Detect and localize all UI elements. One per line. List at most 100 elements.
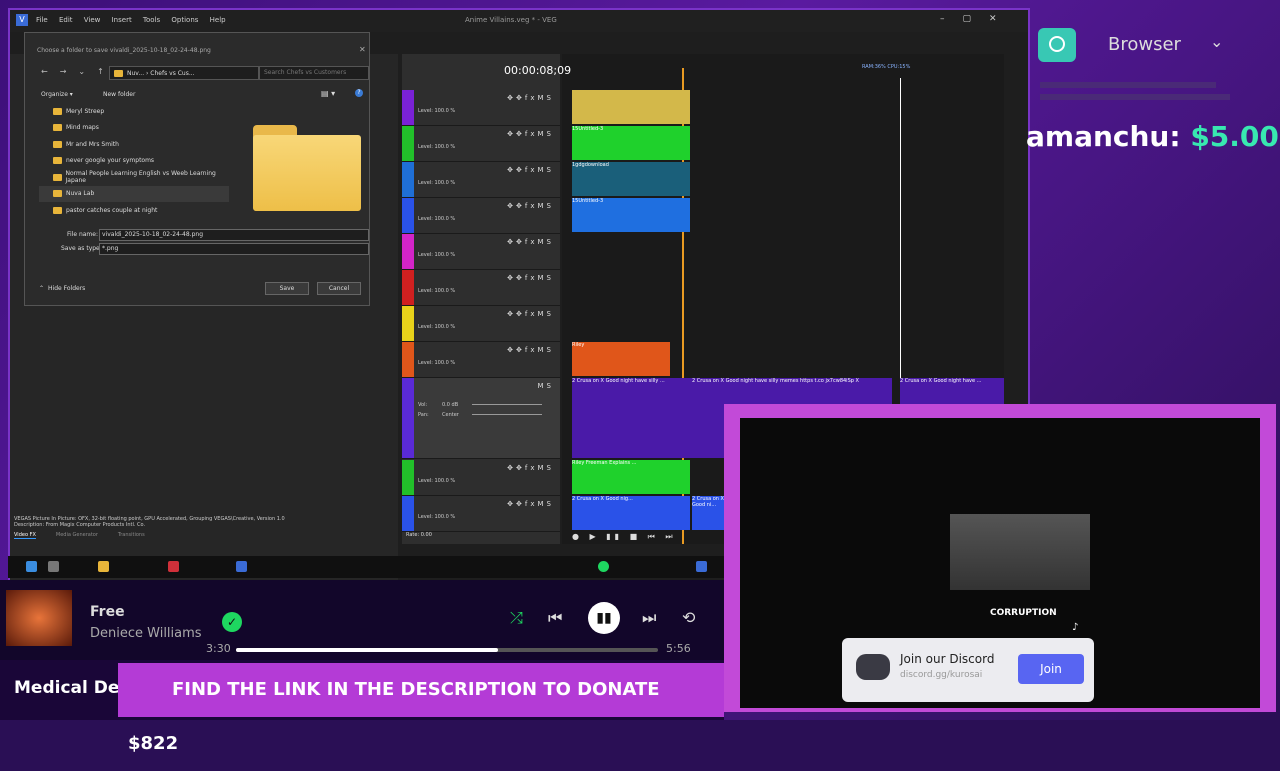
chevron-down-icon[interactable]: ⌄ <box>1210 32 1223 51</box>
title-bar: V File Edit View Insert Tools Options He… <box>10 10 1028 32</box>
folder-icon <box>53 173 62 181</box>
track-controls[interactable]: ✥✥fxMS <box>507 464 554 472</box>
track-controls[interactable]: ✥✥fxMS <box>507 274 554 282</box>
track-header: ✥✥fxMS Level: 100.0 % <box>402 460 560 496</box>
tab-transitions[interactable]: Transitions <box>118 532 145 539</box>
vivaldi-icon[interactable] <box>168 561 179 572</box>
clip[interactable]: 1gdgdownload <box>572 162 690 196</box>
pan-slider[interactable] <box>472 414 542 415</box>
clip[interactable]: 15Untitled-3 <box>572 198 690 232</box>
up-arrow-icon[interactable]: ↑ <box>97 67 104 76</box>
list-item[interactable]: Normal People Learning English vs Weeb L… <box>39 169 229 186</box>
clip[interactable]: Riley Freeman Explains ... <box>572 460 690 494</box>
file-name-field[interactable]: vivaldi_2025-10-18_02-24-48.png <box>99 229 369 241</box>
clip[interactable]: 2 Crusa on X Good nig... <box>572 496 690 530</box>
pause-button[interactable]: ▮▮ <box>588 602 620 634</box>
discord-join-button[interactable]: Join <box>1018 654 1084 684</box>
song-title: Free <box>90 604 125 620</box>
video-caption: CORRUPTION <box>990 608 1057 618</box>
cancel-button[interactable]: Cancel <box>317 282 361 295</box>
help-icon[interactable]: ? <box>355 89 363 97</box>
track-controls[interactable]: ✥✥fxMS <box>507 166 554 174</box>
file-explorer-icon[interactable] <box>98 561 109 572</box>
menu-help[interactable]: Help <box>210 16 226 24</box>
progress-fill <box>236 648 498 652</box>
ticker: FIND THE LINK IN THE DESCRIPTION TO DONA… <box>118 663 724 754</box>
list-item[interactable]: pastor catches couple at night <box>39 202 229 219</box>
menu-edit[interactable]: Edit <box>59 16 73 24</box>
vegas-taskbar-icon[interactable] <box>236 561 247 572</box>
track-level: Level: 100.0 % <box>418 360 456 366</box>
track-controls[interactable]: ✥✥fxMS <box>507 346 554 354</box>
organize-button[interactable]: Organize ▾ <box>41 91 73 98</box>
list-item[interactable]: Meryl Streep <box>39 103 229 120</box>
previous-icon[interactable]: ⏮ <box>548 608 562 628</box>
close-icon[interactable]: ✕ <box>359 45 366 54</box>
save-type-select[interactable]: *.png <box>99 243 369 255</box>
transport-controls[interactable]: ● ▶ ▮▮ ■ ⏮ ⏭ <box>572 532 677 542</box>
track-color <box>402 162 414 197</box>
track-controls[interactable]: ✥✥fxMS <box>507 94 554 102</box>
track-controls[interactable]: MS <box>538 382 554 390</box>
tab-video-fx[interactable]: Video FX <box>14 532 36 539</box>
shuffle-icon[interactable]: ⤮ <box>510 608 523 628</box>
menu-view[interactable]: View <box>84 16 101 24</box>
window-controls-icon[interactable]: –▢✕ <box>940 14 1015 24</box>
list-item[interactable]: Mind maps <box>39 120 229 137</box>
track-controls[interactable]: ✥✥fxMS <box>507 310 554 318</box>
address-bar[interactable]: Nuv... › Chefs vs Cus... <box>109 66 259 80</box>
folder-icon <box>53 206 62 214</box>
browser-source: Browser ⌄ <box>1038 28 1268 68</box>
discord-link: discord.gg/kurosai <box>900 670 983 680</box>
new-folder-button[interactable]: New folder <box>103 91 135 98</box>
total-time: 5:56 <box>666 642 691 655</box>
chevron-up-icon: ⌃ <box>39 285 45 292</box>
track-level: Level: 100.0 % <box>418 324 456 330</box>
clip[interactable]: 15Untitled-3 <box>572 126 690 160</box>
menu-options[interactable]: Options <box>171 16 198 24</box>
track-controls[interactable]: ✥✥fxMS <box>507 130 554 138</box>
track-header: ✥✥fxMS Level: 100.0 % <box>402 496 560 532</box>
track-controls[interactable]: ✥✥fxMS <box>507 238 554 246</box>
menu-tools[interactable]: Tools <box>143 16 160 24</box>
menu-insert[interactable]: Insert <box>112 16 132 24</box>
next-icon[interactable]: ⏭ <box>642 608 656 628</box>
audio-clip[interactable]: 2 Crusa on X Good night have silly ... <box>572 378 692 458</box>
liked-check-icon[interactable]: ✓ <box>222 612 242 632</box>
search-input[interactable]: Search Chefs vs Customers <box>259 66 369 80</box>
divider <box>1040 94 1230 100</box>
tab-media-generator[interactable]: Media Generator <box>56 532 98 539</box>
repeat-icon[interactable]: ⟲ <box>682 608 695 627</box>
file-name-label: File name: <box>67 231 98 238</box>
track-controls[interactable]: ✥✥fxMS <box>507 500 554 508</box>
track-header: ✥✥fxMS Level: 100.0 % <box>402 126 560 162</box>
menu-file[interactable]: File <box>36 16 48 24</box>
cursor-line <box>900 78 901 408</box>
vol-slider[interactable] <box>472 404 542 405</box>
vegas-taskbar-icon[interactable] <box>696 561 707 572</box>
breadcrumb: Nuv... › Chefs vs Cus... <box>127 69 195 77</box>
clip[interactable]: Riley <box>572 342 670 376</box>
save-button[interactable]: Save <box>265 282 309 295</box>
track-header: ✥✥fxMS Level: 100.0 % <box>402 198 560 234</box>
list-item[interactable]: Mr and Mrs Smith <box>39 136 229 153</box>
back-arrow-icon[interactable]: ← <box>41 67 48 76</box>
list-item[interactable]: never google your symptoms <box>39 153 229 170</box>
chevron-down-icon[interactable]: ⌄ <box>78 67 85 76</box>
hide-folders-toggle[interactable]: ⌃ Hide Folders <box>39 285 85 292</box>
track-controls[interactable]: ✥✥fxMS <box>507 202 554 210</box>
forward-arrow-icon[interactable]: → <box>60 67 67 76</box>
donation-alert: amanchu: $5.00 <box>1026 120 1279 153</box>
folder-icon <box>53 157 62 165</box>
list-item[interactable]: Nuva Lab <box>39 185 229 202</box>
search-icon[interactable] <box>48 561 59 572</box>
folder-icon <box>114 69 123 77</box>
progress-bar[interactable] <box>236 648 658 652</box>
track-level: Level: 100.0 % <box>418 288 456 294</box>
view-icon[interactable]: ▤ ▾ <box>321 89 335 98</box>
clip-pattern[interactable] <box>572 90 690 124</box>
pan-value: Center <box>442 412 459 418</box>
windows-start-icon[interactable] <box>26 561 37 572</box>
track-color <box>402 90 414 125</box>
spotify-icon[interactable] <box>598 561 609 572</box>
